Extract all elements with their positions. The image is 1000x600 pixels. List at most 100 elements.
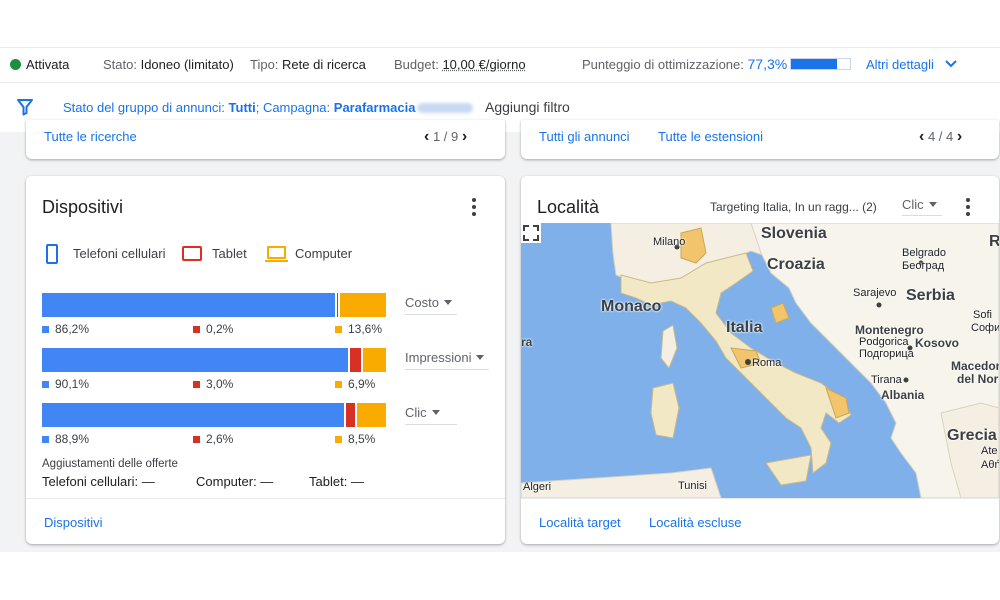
devices-card: Dispositivi Telefoni cellulari Tablet Co… [26, 176, 505, 544]
searches-pager-label: 1 / 9 [432, 129, 459, 144]
bid-adjustments-title: Aggiustamenti delle offerte [42, 458, 178, 470]
locations-metric-value: Clic [902, 197, 924, 212]
adjustment-mobile: Telefoni cellulari: — [42, 474, 155, 489]
filter-icon[interactable] [16, 98, 34, 116]
excluded-locations-link[interactable]: Località escluse [649, 515, 742, 530]
locations-metric-select[interactable]: Clic [902, 197, 942, 216]
chevron-right-icon[interactable]: › [957, 128, 962, 145]
locations-card: Località Targeting Italia, In un ragg...… [521, 176, 999, 544]
dropdown-caret-icon [928, 202, 937, 207]
optimization-score: 77,3% [747, 56, 788, 72]
metric-select-costo[interactable]: Costo [405, 295, 457, 315]
state-value: Idoneo (limitato) [140, 57, 234, 72]
dropdown-caret-icon [431, 410, 440, 415]
campaign-status-bar: Attivata Stato: Idoneo (limitato) Tipo: … [0, 47, 1000, 83]
bar-segment-computer [339, 293, 386, 317]
metric-select-clic[interactable]: Clic [405, 405, 457, 425]
metric-select-impressioni[interactable]: Impressioni [405, 350, 489, 370]
devices-link[interactable]: Dispositivi [44, 515, 103, 530]
legend-mobile: Telefoni cellulari [73, 246, 166, 261]
map-label-kosovo: Kosovo [915, 336, 960, 350]
bar-segment-computer [357, 403, 386, 427]
map-label-algeri: Algeri [523, 481, 552, 493]
map-label-sofia-cyr: Софи [971, 322, 999, 334]
locations-title: Località [537, 197, 600, 217]
percent-label-computer: 13,6% [335, 322, 382, 336]
percent-label-tablet: 3,0% [193, 377, 233, 391]
type-label: Tipo: [250, 57, 279, 72]
map-label-r: R [989, 233, 999, 250]
map-label-tunisi: Tunisi [678, 480, 707, 492]
chevron-left-icon[interactable]: ‹ [919, 128, 924, 145]
percent-label-computer: 8,5% [335, 432, 375, 446]
chevron-down-icon [944, 60, 957, 68]
active-filter[interactable]: Stato del gruppo di annunci: Tutti; Camp… [63, 100, 474, 115]
ads-card-footer: Tutti gli annunci Tutte le estensioni ‹ … [521, 120, 999, 159]
dropdown-caret-icon [443, 300, 452, 305]
more-details-link[interactable]: Altri dettagli [866, 57, 958, 72]
devices-bar [42, 403, 386, 427]
percent-label-tablet: 2,6% [193, 432, 233, 446]
legend-square-icon [335, 381, 342, 388]
chevron-right-icon[interactable]: › [462, 128, 467, 145]
state-info: Stato: Idoneo (limitato) [103, 57, 234, 72]
map-label-del-nord: del Nord [957, 372, 999, 386]
map-label-albania: Albania [881, 388, 925, 402]
map-label-slovenia: Slovenia [761, 225, 827, 242]
percent-value: 2,6% [206, 432, 234, 446]
locations-map[interactable]: Slovenia Croazia Serbia Italia Monaco Mi… [521, 223, 999, 498]
map-label-podgorica: Podgorica [859, 336, 909, 348]
percent-value: 3,0% [206, 377, 234, 391]
all-extensions-link[interactable]: Tutte le estensioni [658, 129, 763, 144]
target-locations-link[interactable]: Località target [539, 515, 621, 530]
optimization-info[interactable]: Punteggio di ottimizzazione: 77,3% [582, 56, 787, 72]
map-label-ate: Ate [981, 445, 998, 457]
ads-pager-label: 4 / 4 [927, 129, 954, 144]
metric-select-label: Costo [405, 295, 439, 310]
legend-square-icon [42, 381, 49, 388]
percent-label-computer: 6,9% [335, 377, 375, 391]
percent-label-mobile: 86,2% [42, 322, 89, 336]
add-filter-button[interactable]: Aggiungi filtro [485, 99, 570, 115]
percent-value: 0,2% [206, 322, 234, 336]
mobile-phone-icon [46, 244, 58, 264]
bar-segment-computer [362, 348, 386, 372]
bar-segment-tablet [346, 403, 356, 427]
locations-card-footer: Località target Località escluse [521, 498, 999, 544]
percent-label-tablet: 0,2% [193, 322, 233, 336]
chevron-left-icon[interactable]: ‹ [424, 128, 429, 145]
filter-group-status: Tutti [228, 100, 256, 115]
map-label-sofia: Sofi [973, 309, 992, 321]
all-ads-link[interactable]: Tutti gli annunci [539, 129, 630, 144]
map-label-serbia: Serbia [906, 287, 955, 304]
filter-campaign-label: ; Campagna: [255, 100, 331, 115]
bar-segment-mobile [42, 293, 335, 317]
budget-label: Budget: [394, 57, 439, 72]
legend-square-icon [335, 326, 342, 333]
page: Attivata Stato: Idoneo (limitato) Tipo: … [0, 0, 1000, 600]
map-label-ra: ra [521, 335, 533, 349]
legend-square-icon [42, 326, 49, 333]
legend-square-icon [193, 326, 200, 333]
map-label-croazia: Croazia [767, 256, 825, 273]
type-value: Rete di ricerca [282, 57, 366, 72]
fullscreen-icon[interactable] [521, 223, 541, 243]
optimization-label: Punteggio di ottimizzazione: [582, 57, 744, 72]
all-searches-link[interactable]: Tutte le ricerche [44, 129, 137, 144]
state-label: Stato: [103, 57, 137, 72]
more-options-icon[interactable] [472, 198, 476, 219]
filter-campaign-name: Parafarmacia [333, 100, 416, 115]
budget-info[interactable]: Budget: 10,00 €/giorno [394, 57, 526, 72]
more-options-icon[interactable] [966, 198, 970, 219]
optimization-progress-bar [790, 58, 851, 70]
devices-title: Dispositivi [42, 197, 124, 217]
redacted-text [417, 103, 474, 113]
percent-value: 88,9% [55, 432, 90, 446]
devices-bar [42, 293, 386, 317]
map-label-monaco: Monaco [601, 298, 662, 315]
legend-square-icon [193, 436, 200, 443]
searches-card-footer: Tutte le ricerche ‹ 1 / 9 › [26, 120, 505, 159]
status-enabled[interactable]: Attivata [10, 57, 69, 72]
map-label-sarajevo: Sarajevo [853, 287, 897, 299]
targeting-summary[interactable]: Targeting Italia, In un ragg... (2) [710, 200, 877, 214]
